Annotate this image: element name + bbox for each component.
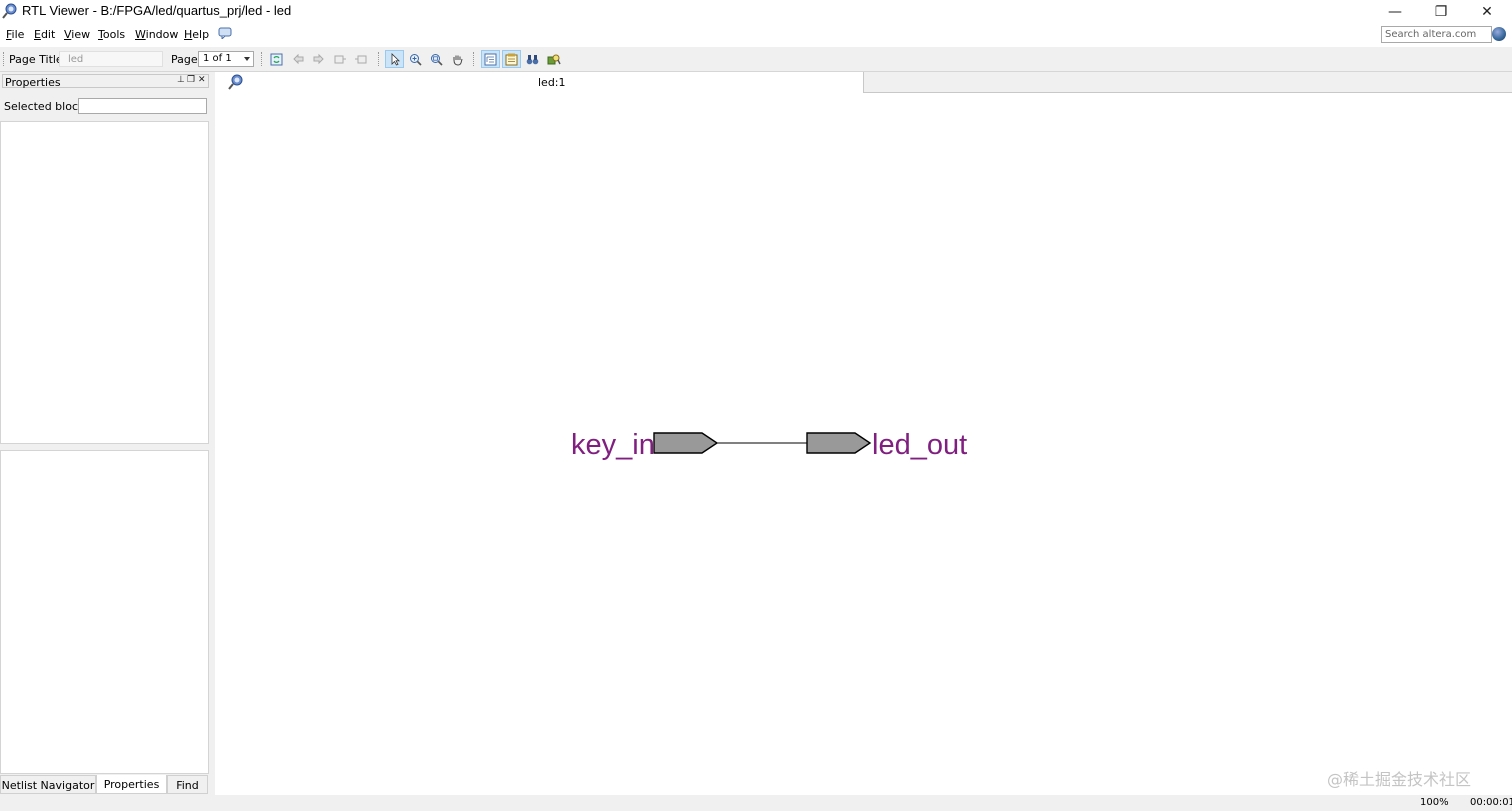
- page-label: Page:: [171, 53, 202, 66]
- hand-tool-button[interactable]: [448, 50, 467, 68]
- page-select-value: 1 of 1: [203, 53, 232, 64]
- page-title-label: Page Title:: [9, 53, 67, 66]
- binoculars-icon: [526, 54, 539, 64]
- globe-icon[interactable]: [1492, 27, 1506, 41]
- menu-tools[interactable]: Tools: [94, 26, 129, 44]
- tab-properties[interactable]: Properties: [96, 775, 167, 794]
- netlist-navigator-button[interactable]: [481, 50, 500, 68]
- refresh-button[interactable]: [267, 50, 286, 68]
- properties-detail-pane[interactable]: [0, 450, 209, 774]
- tab-label: led:1: [538, 76, 566, 89]
- back-button[interactable]: [289, 50, 308, 68]
- forward-arrow-icon: [313, 53, 324, 64]
- rtl-viewer-app-icon: [2, 3, 17, 19]
- pointer-icon: [391, 52, 400, 66]
- chevron-down-icon: [244, 57, 250, 61]
- tab-strip-background: [863, 72, 1512, 92]
- menu-file[interactable]: File: [2, 26, 28, 44]
- hierarchy-down-icon: [355, 55, 367, 63]
- selected-block-field[interactable]: [78, 98, 207, 114]
- menu-view[interactable]: View: [60, 26, 94, 44]
- zoom-in-icon: [410, 53, 422, 66]
- back-arrow-icon: [293, 53, 304, 64]
- float-icon[interactable]: ❐: [187, 75, 195, 85]
- properties-list-pane[interactable]: [0, 121, 209, 444]
- menu-edit[interactable]: Edit: [30, 26, 59, 44]
- zoom-level: 100%: [1420, 797, 1449, 808]
- fit-in-window-button[interactable]: [427, 50, 446, 68]
- close-panel-icon[interactable]: ✕: [198, 75, 206, 85]
- window-title: RTL Viewer - B:/FPGA/led/quartus_prj/led…: [22, 3, 292, 18]
- rtl-schematic: key_in led_out: [571, 429, 967, 461]
- rtl-viewer-tab-icon: [228, 74, 243, 90]
- properties-title: Properties: [5, 76, 61, 89]
- status-bar: [0, 795, 1512, 811]
- hand-icon: [453, 55, 463, 66]
- properties-panel-button[interactable]: [502, 50, 521, 68]
- output-port-label[interactable]: led_out: [872, 429, 967, 461]
- zoom-fit-icon: [431, 53, 443, 66]
- input-port-symbol[interactable]: [653, 432, 719, 454]
- input-port-label[interactable]: key_in: [571, 429, 655, 461]
- tab-netlist-navigator[interactable]: Netlist Navigator: [0, 775, 96, 794]
- zoom-tool-button[interactable]: [406, 50, 425, 68]
- find-button[interactable]: [523, 50, 542, 68]
- watermark-text: @稀土掘金技术社区: [1327, 770, 1472, 789]
- netlist-tree-icon: [484, 53, 497, 65]
- go-down-button[interactable]: [351, 50, 370, 68]
- close-button[interactable]: ✕: [1464, 0, 1510, 24]
- forward-button[interactable]: [309, 50, 328, 68]
- minimize-button[interactable]: —: [1372, 0, 1418, 24]
- page-select[interactable]: 1 of 1: [198, 51, 254, 67]
- go-up-button[interactable]: [331, 50, 350, 68]
- menu-help[interactable]: Help: [180, 26, 213, 44]
- properties-icon: [505, 53, 518, 65]
- toolbar-separator: [473, 52, 477, 66]
- page-title-field[interactable]: led: [59, 51, 163, 67]
- elapsed-time: 00:00:01: [1470, 797, 1512, 808]
- menu-window[interactable]: Window: [131, 26, 182, 44]
- help-topics-icon[interactable]: [218, 27, 232, 39]
- selection-tool-button[interactable]: [385, 50, 404, 68]
- technology-map-button[interactable]: [544, 50, 563, 68]
- toolbar-separator: [261, 52, 265, 66]
- tab-strip-divider: [863, 92, 1512, 93]
- hierarchy-up-icon: [334, 55, 346, 63]
- toolbar-grip[interactable]: [3, 52, 7, 66]
- toolbar-separator: [378, 52, 382, 66]
- pin-icon[interactable]: ⊥: [177, 75, 185, 85]
- search-altera-input[interactable]: Search altera.com: [1381, 26, 1492, 43]
- selected-block-label: Selected block:: [4, 100, 89, 113]
- refresh-icon: [270, 53, 283, 65]
- tab-find[interactable]: Find: [167, 775, 208, 794]
- chip-search-icon: [547, 54, 561, 64]
- restore-button[interactable]: ❐: [1418, 0, 1464, 24]
- output-port-symbol[interactable]: [806, 432, 872, 454]
